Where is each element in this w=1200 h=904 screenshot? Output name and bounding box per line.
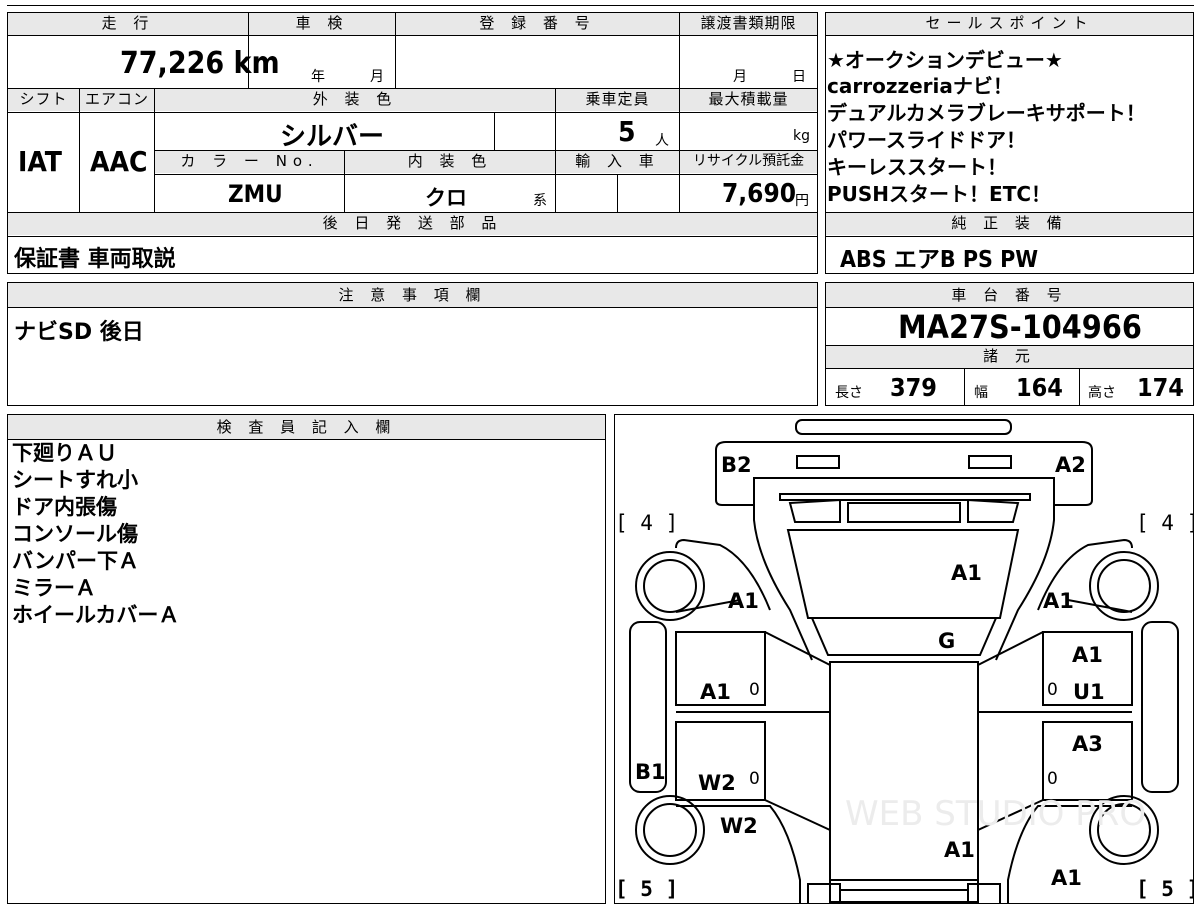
transfer-deadline-header: 譲渡書類期限: [680, 13, 817, 35]
sales-point-1: ★オークションデビュー★: [827, 48, 1063, 72]
mark-front-right-bumper: A2: [1055, 453, 1086, 477]
tire-front-left: [ 4 ]: [615, 511, 678, 535]
mark-front-left-bumper: B2: [721, 453, 752, 477]
mark-right-rear-door: A3: [1072, 732, 1103, 756]
mark-front-right-fender: A1: [1043, 589, 1074, 613]
width-value: 164: [1016, 373, 1063, 402]
inspector-note-6: ミラーＡ: [12, 576, 96, 600]
notes-value: ナビSD 後日: [14, 320, 144, 345]
top-strip: [7, 5, 1194, 6]
registration-header: 登 録 番 号: [396, 13, 679, 35]
color-no-value: ZMU: [228, 180, 283, 208]
chassis-number-value: MA27S-104966: [898, 308, 1142, 346]
inspector-note-4: コンソール傷: [12, 522, 138, 546]
capacity-value: 5: [618, 115, 636, 148]
inspector-note-7: ホイールカバーＡ: [12, 603, 180, 627]
mark-windshield-area: A1: [951, 561, 982, 585]
mark-windshield: G: [938, 629, 955, 653]
aircon-value: AAC: [90, 145, 148, 178]
tire-rear-right: [ 5 ]: [1136, 877, 1194, 901]
zero-left-front: 0: [749, 680, 760, 700]
mark-right-rear-quarter: A1: [1051, 866, 1082, 890]
car-body-diagram: WEB STUDIO PRO B2 A2 A1 A1 A1 G A1 A1 U1…: [615, 419, 1194, 903]
inspector-note-1: 下廻りＡＵ: [12, 441, 117, 465]
interior-suffix: 系: [533, 193, 547, 209]
specs-header: 諸 元: [826, 346, 1193, 368]
sales-point-3: デュアルカメラブレーキサポート！: [827, 101, 1146, 125]
capacity-unit: 人: [655, 133, 669, 149]
later-parts-header: 後 日 発 送 部 品: [8, 213, 817, 235]
standard-equipment-header: 純 正 装 備: [826, 213, 1193, 235]
mark-left-rear-quarter: W2: [720, 814, 758, 838]
tire-rear-left: [ 5 ]: [615, 877, 678, 901]
height-value: 174: [1137, 373, 1184, 402]
length-value: 379: [890, 373, 937, 402]
sales-point-6: PUSHスタート！ETC！: [827, 182, 1052, 206]
capacity-header: 乗車定員: [556, 89, 679, 111]
inspector-notes-header: 検 査 員 記 入 欄: [8, 415, 605, 439]
length-label: 長さ: [835, 385, 863, 401]
later-parts-value: 保証書 車両取説: [14, 247, 176, 272]
exterior-color-value: シルバー: [280, 122, 385, 152]
mark-front-left-fender: A1: [728, 589, 759, 613]
sales-point-5: キーレススタート！: [827, 155, 1007, 179]
sales-points-header: セールスポイント: [826, 13, 1193, 35]
exterior-color-header: 外 装 色: [155, 89, 555, 111]
mark-right-front-door: A1: [1072, 643, 1103, 667]
recycle-fee-unit: 円: [795, 193, 809, 209]
max-load-header: 最大積載量: [680, 89, 817, 111]
interior-color-value: クロ: [425, 186, 467, 210]
import-header: 輸 入 車: [556, 151, 679, 173]
recycle-fee-header: リサイクル預託金: [680, 151, 817, 173]
max-load-unit: kg: [793, 128, 810, 144]
inspection-header: 車 検: [249, 13, 395, 35]
color-no-header: カ ラ ー No.: [155, 151, 344, 173]
sales-point-4: パワースライドドア！: [827, 128, 1026, 152]
shift-value: IAT: [18, 145, 62, 178]
inspector-note-2: シートすれ小: [12, 468, 138, 492]
inspection-year-unit: 年: [311, 69, 325, 85]
mark-roof-rear: A1: [944, 838, 975, 862]
tire-front-right: [ 4 ]: [1136, 511, 1194, 535]
shift-header: シフト: [8, 89, 79, 111]
sales-point-2: carrozzeriaナビ！: [827, 74, 1013, 98]
mark-left-front-door: A1: [700, 680, 731, 704]
diagram-watermark: WEB STUDIO PRO: [845, 794, 1146, 834]
chassis-number-header: 車 台 番 号: [826, 283, 1193, 307]
interior-color-header: 内 装 色: [345, 151, 555, 173]
mark-left-rocker: B1: [635, 760, 666, 784]
inspection-month-unit: 月: [370, 69, 384, 85]
mark-right-front-door-2: U1: [1073, 680, 1105, 704]
notes-header: 注 意 事 項 欄: [8, 283, 817, 307]
mileage-header: 走 行: [8, 13, 248, 35]
zero-right-rear: 0: [1047, 769, 1058, 789]
deadline-day-unit: 日: [792, 69, 806, 85]
zero-right-front: 0: [1047, 680, 1058, 700]
deadline-month-unit: 月: [733, 69, 747, 85]
standard-equipment-value: ABS エアB PS PW: [840, 247, 1039, 273]
damage-diagram-box: WEB STUDIO PRO B2 A2 A1 A1 A1 G A1 A1 U1…: [614, 414, 1194, 904]
inspector-note-5: バンパー下Ａ: [12, 549, 140, 573]
recycle-fee-value: 7,690: [722, 179, 796, 209]
mark-left-rear-door: W2: [698, 771, 736, 795]
width-label: 幅: [974, 385, 988, 401]
inspector-note-3: ドア内張傷: [12, 495, 117, 519]
zero-left-rear: 0: [749, 769, 760, 789]
height-label: 高さ: [1088, 385, 1116, 401]
mileage-value: 77,226 km: [120, 46, 280, 81]
aircon-header: エアコン: [80, 89, 154, 111]
